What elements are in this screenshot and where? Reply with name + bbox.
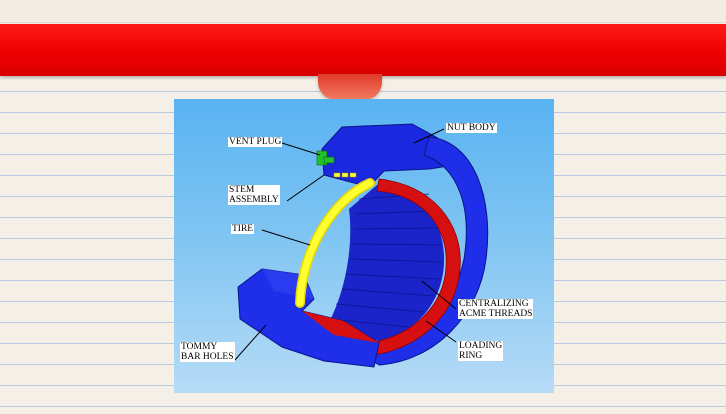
banner-tab: [318, 74, 382, 100]
red-banner: [0, 24, 726, 76]
stem-assembly: [333, 172, 357, 178]
label-stem-assembly: STEM ASSEMBLY: [228, 185, 280, 205]
label-tommy-bar-holes: TOMMY BAR HOLES: [180, 342, 235, 362]
label-loading-ring: LOADING RING: [458, 341, 504, 361]
label-nut-body: NUT BODY: [446, 123, 497, 133]
assembly-diagram: VENT PLUG NUT BODY STEM ASSEMBLY TIRE CE…: [174, 99, 554, 393]
label-vent-plug: VENT PLUG: [228, 137, 283, 147]
label-tire: TIRE: [231, 224, 255, 234]
top-strip: [0, 0, 726, 23]
label-centralizing-acme-threads: CENTRALIZING ACME THREADS: [458, 299, 534, 319]
